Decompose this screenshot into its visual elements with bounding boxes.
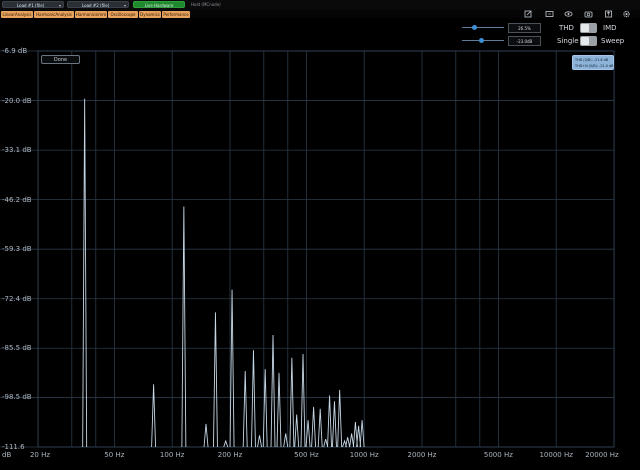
spectrum-peak [223, 439, 229, 448]
x-tick-label: 5000 Hz [483, 451, 513, 459]
thdn-readout: THD+N (0/B): -21.0 dB [575, 64, 614, 68]
spectrum-peak [213, 312, 218, 448]
spectrum-peak [349, 433, 355, 448]
spectrum-peak [203, 423, 209, 448]
spectrum-peak [359, 420, 365, 448]
y-tick-label: -59.3 dB [2, 245, 32, 254]
level-value-field[interactable]: 26.5% [508, 23, 541, 33]
x-tick-label: 20000 Hz [585, 451, 619, 459]
source-slot-load2[interactable]: Load #2 (file) ▾ [67, 1, 129, 8]
slider-track [462, 27, 504, 28]
eye-icon[interactable] [564, 10, 573, 18]
spectrum-peak [289, 357, 295, 448]
settings-icon[interactable] [622, 10, 631, 18]
tab-oscilloscope[interactable]: Oscilloscope [108, 11, 138, 18]
spectrum-peak [332, 401, 337, 448]
source-slot-load1[interactable]: Load #1 (file) ▾ [2, 1, 64, 8]
spectrum-peak [82, 98, 88, 448]
level-slider[interactable] [462, 24, 504, 32]
spectrum-peak [283, 433, 289, 448]
spectrum-peak [300, 353, 306, 448]
thd-imd-toggle[interactable] [580, 23, 597, 33]
toggle-knob [581, 37, 589, 45]
sweep-label: Sweep [601, 37, 625, 45]
spectrum-peak [311, 406, 317, 448]
y-tick-label: -20.0 dB [2, 96, 32, 105]
y-tick-label: -6.9 dB [2, 47, 28, 55]
y-tick-label: -46.2 dB [2, 195, 32, 204]
spectrum-peak [327, 395, 333, 448]
source-slot-live[interactable]: Live Hardware [133, 1, 185, 8]
edit-icon[interactable] [524, 10, 533, 18]
x-tick-label: 500 Hz [294, 451, 319, 459]
spectrum-peak [151, 384, 157, 448]
y-tick-label: -33.1 dB [2, 146, 32, 155]
spectrum-peak [294, 414, 300, 448]
tab-linear-analysis[interactable]: LinearAnalysis [1, 11, 33, 18]
tab-harmonic-analysis[interactable]: HarmonicAnalysis [34, 11, 74, 18]
toggle-knob [581, 24, 589, 32]
x-tick-label: 10000 Hz [539, 451, 573, 459]
x-tick-label: 100 Hz [159, 451, 185, 459]
spectrum-peak [337, 389, 343, 448]
spectrum-peak [181, 206, 187, 448]
spectrum-peak [345, 437, 351, 448]
x-tick-label: 20 Hz [29, 451, 51, 459]
source-slot-label: Load #2 (file) [82, 3, 110, 8]
imd-label: IMD [603, 24, 617, 32]
single-label: Single [557, 37, 579, 45]
gain-slider[interactable] [462, 37, 504, 45]
analysis-tabs: LinearAnalysis HarmonicAnalysis Harmonic… [0, 10, 640, 18]
dropdown-arrow-icon: ▾ [58, 3, 61, 8]
spectrum-peak [242, 370, 248, 448]
x-tick-label: 1000 Hz [349, 451, 379, 459]
tab-dynamics[interactable]: Dynamics [139, 11, 161, 18]
tab-harmonic-sim[interactable]: Harmonicsimm [75, 11, 107, 18]
x-tick-label: 50 Hz [104, 451, 125, 459]
distortion-readout: THD (0/B): -21.6 dB THD+N (0/B): -21.0 d… [572, 55, 614, 70]
slider-thumb[interactable] [472, 25, 477, 30]
camera-icon[interactable] [584, 10, 593, 18]
y-tick-label: -72.4 dB [2, 294, 32, 303]
spectrum-peak [270, 335, 276, 448]
source-slot-hold[interactable]: Hold (MCnode) [188, 1, 222, 8]
spectrum-peak [323, 438, 329, 448]
done-button[interactable]: Done [41, 55, 80, 64]
slider-thumb[interactable] [479, 38, 484, 43]
single-sweep-toggle[interactable] [580, 36, 597, 46]
y-tick-label: -85.5 dB [2, 344, 32, 353]
source-slot-label: Load #1 (file) [17, 3, 45, 8]
source-slot-label: Live Hardware [144, 3, 174, 8]
spectrum-peak [251, 350, 256, 448]
source-slot-label: Hold (MCnode) [191, 2, 221, 7]
source-bar: Load #1 (file) ▾ Load #2 (file) ▾ Live Har… [0, 0, 640, 10]
spectrum-peak [229, 289, 235, 448]
screen-icon[interactable] [545, 10, 554, 18]
y-tick-label: -98.5 dB [2, 393, 32, 402]
x-tick-label: 2000 Hz [407, 451, 437, 459]
spectrum-plot[interactable] [0, 0, 640, 470]
thd-label: THD [559, 24, 574, 32]
spectrum-peak [257, 435, 262, 448]
dropdown-arrow-icon: ▾ [123, 3, 126, 8]
export-icon[interactable] [604, 10, 613, 18]
tab-performance[interactable]: Performance [162, 11, 190, 18]
gain-value-field[interactable]: -23.0dB [508, 36, 541, 46]
spectrum-peak [276, 372, 282, 448]
spectrum-peak [317, 408, 323, 448]
x-tick-label: 200 Hz [217, 451, 243, 459]
